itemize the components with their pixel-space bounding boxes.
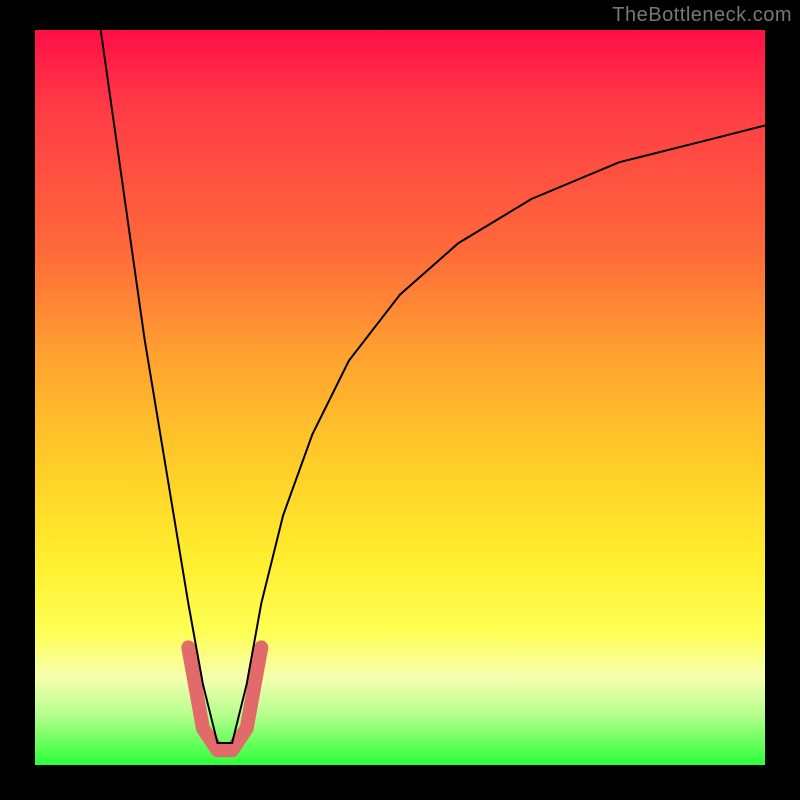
bottleneck-curve-path bbox=[101, 30, 765, 743]
chart-frame: TheBottleneck.com bbox=[0, 0, 800, 800]
curve-svg bbox=[35, 30, 765, 765]
plot-area bbox=[35, 30, 765, 765]
watermark-text: TheBottleneck.com bbox=[612, 4, 792, 27]
